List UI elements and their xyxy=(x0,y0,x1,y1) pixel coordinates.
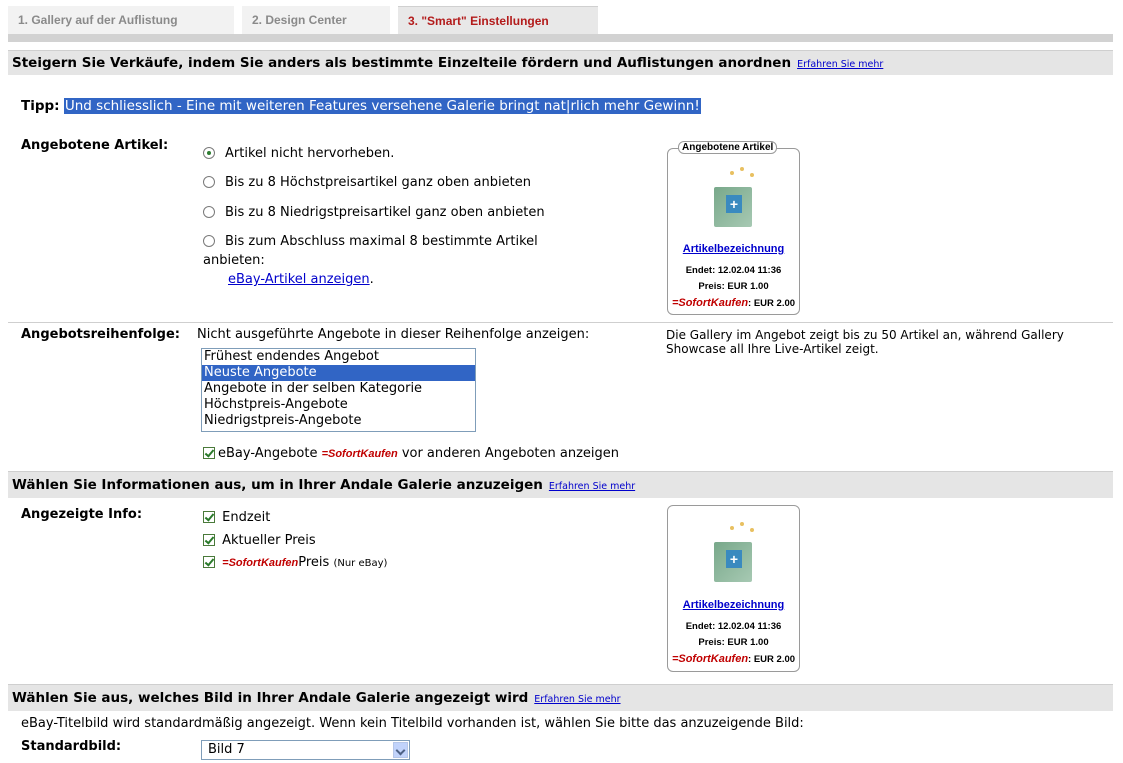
radio-label: Bis zu 8 Höchstpreisartikel ganz oben an… xyxy=(225,175,531,190)
checkbox-label: Endzeit xyxy=(222,510,271,525)
tab-bar: 1. Gallery auf der Auflistung 2. Design … xyxy=(8,6,1113,34)
radio-label: Bis zu 8 Niedrigstpreisartikel ganz oben… xyxy=(225,205,545,220)
list-option[interactable]: Frühest endendes Angebot xyxy=(202,349,475,365)
shown-info-label: Angezeigte Info: xyxy=(21,507,143,522)
item-image-icon xyxy=(714,542,752,582)
chevron-down-icon[interactable] xyxy=(393,742,408,758)
radio-no-highlight[interactable]: Artikel nicht hervorheben. xyxy=(203,145,394,163)
radio-button[interactable] xyxy=(203,176,215,188)
checkbox[interactable] xyxy=(203,556,215,568)
section-heading-image: Wählen Sie aus, welches Bild in Ihrer An… xyxy=(8,684,1113,711)
tip-text: Und schliesslich - Eine mit weiteren Fea… xyxy=(63,98,701,114)
info-endzeit-row[interactable]: Endzeit xyxy=(203,510,270,525)
preview-item-name[interactable]: Artikelbezeichnung xyxy=(668,599,799,611)
gallery-note: Die Gallery im Angebot zeigt bis zu 50 A… xyxy=(666,328,1064,356)
featured-items-label: Angebotene Artikel: xyxy=(21,138,169,153)
checkbox[interactable] xyxy=(203,534,215,546)
preview-sofort-price: =SofortKaufen: EUR 2.00 xyxy=(671,297,796,309)
checkbox-label-suffix: vor anderen Angeboten anzeigen xyxy=(401,446,620,461)
image-description: eBay-Titelbild wird standardmäßig angeze… xyxy=(21,716,804,731)
select-value: Bild 7 xyxy=(208,742,245,757)
radio-label: Artikel nicht hervorheben. xyxy=(225,146,395,161)
radio-highest-price[interactable]: Bis zu 8 Höchstpreisartikel ganz oben an… xyxy=(203,174,531,192)
learn-more-link[interactable]: Erfahren Sie mehr xyxy=(797,59,883,70)
preview-title: Angebotene Artikel xyxy=(678,141,778,154)
sofort-kaufen-logo: =SofortKaufen xyxy=(671,653,749,665)
radio-button[interactable] xyxy=(203,147,215,159)
featured-item-preview: Angebotene Artikel Artikelbezeichnung En… xyxy=(667,141,800,315)
list-option[interactable]: Angebote in der selben Kategorie xyxy=(202,381,475,397)
radio-specific-items-cont: anbieten: xyxy=(203,253,265,268)
sofort-kaufen-logo: =SofortKaufen xyxy=(222,557,299,569)
section-heading-text: Steigern Sie Verkäufe, indem Sie anders … xyxy=(12,55,792,71)
sofort-kaufen-logo: =SofortKaufen xyxy=(321,448,398,460)
tip-label: Tipp: xyxy=(21,98,60,114)
section-heading-info: Wählen Sie Informationen aus, um in Ihre… xyxy=(8,471,1113,498)
sparkle-icon xyxy=(730,522,760,534)
tab-design-center[interactable]: 2. Design Center xyxy=(242,6,390,34)
learn-more-link[interactable]: Erfahren Sie mehr xyxy=(534,694,620,705)
tab-smart-settings[interactable]: 3. "Smart" Einstellungen xyxy=(398,6,598,34)
section-heading-text: Wählen Sie aus, welches Bild in Ihrer An… xyxy=(12,690,529,706)
preview-end-time: Endet: 12.02.04 11:36 xyxy=(685,265,782,276)
preview-price: Preis: EUR 1.00 xyxy=(698,637,769,648)
checkbox[interactable] xyxy=(203,511,215,523)
preview-item-name[interactable]: Artikelbezeichnung xyxy=(668,243,799,255)
link-suffix: . xyxy=(369,272,374,287)
radio-label: Bis zum Abschluss maximal 8 bestimmte Ar… xyxy=(225,234,538,249)
radio-lowest-price[interactable]: Bis zu 8 Niedrigstpreisartikel ganz oben… xyxy=(203,204,545,222)
order-intro: Nicht ausgeführte Angebote in dieser Rei… xyxy=(197,327,590,342)
tip: Tipp: Und schliesslich - Eine mit weiter… xyxy=(21,98,701,114)
divider xyxy=(8,322,1113,323)
order-listbox[interactable]: Frühest endendes Angebot Neuste Angebote… xyxy=(201,348,476,432)
section-heading-text: Wählen Sie Informationen aus, um in Ihre… xyxy=(12,477,543,493)
radio-button[interactable] xyxy=(203,206,215,218)
info-preview: Artikelbezeichnung Endet: 12.02.04 11:36… xyxy=(667,505,800,672)
default-image-select[interactable]: Bild 7 xyxy=(201,740,410,760)
ebay-items-link-row: eBay-Artikel anzeigen. xyxy=(228,271,374,289)
show-ebay-items-link[interactable]: eBay-Artikel anzeigen xyxy=(228,272,370,287)
sofort-first-checkbox-row[interactable]: eBay-Angebote =SofortKaufen vor anderen … xyxy=(203,446,619,461)
list-option[interactable]: Neuste Angebote xyxy=(202,365,475,381)
radio-specific-items[interactable]: Bis zum Abschluss maximal 8 bestimmte Ar… xyxy=(203,233,538,251)
section-heading-promote: Steigern Sie Verkäufe, indem Sie anders … xyxy=(8,50,1113,75)
preview-end-time: Endet: 12.02.04 11:36 xyxy=(685,621,782,632)
tab-gallery[interactable]: 1. Gallery auf der Auflistung xyxy=(8,6,234,34)
info-current-price-row[interactable]: Aktueller Preis xyxy=(203,533,316,548)
item-image-icon xyxy=(714,187,752,227)
checkbox-label: Preis xyxy=(298,555,330,570)
learn-more-link[interactable]: Erfahren Sie mehr xyxy=(549,481,635,492)
order-label: Angebotsreihenfolge: xyxy=(21,327,181,342)
sofort-kaufen-logo: =SofortKaufen xyxy=(671,297,749,309)
ebay-only-note: (Nur eBay) xyxy=(333,558,388,569)
checkbox-label: eBay-Angebote xyxy=(218,446,318,461)
checkbox-label: Aktueller Preis xyxy=(222,533,316,548)
checkbox[interactable] xyxy=(203,447,215,459)
sparkle-icon xyxy=(730,167,760,179)
preview-sofort-price: =SofortKaufen: EUR 2.00 xyxy=(671,653,796,665)
preview-price: Preis: EUR 1.00 xyxy=(698,281,769,292)
list-option[interactable]: Höchstpreis-Angebote xyxy=(202,397,475,413)
info-sofort-price-row[interactable]: =SofortKaufenPreis (Nur eBay) xyxy=(203,555,387,570)
radio-button[interactable] xyxy=(203,235,215,247)
default-image-label: Standardbild: xyxy=(21,739,122,754)
tab-divider xyxy=(8,34,1113,42)
list-option[interactable]: Niedrigstpreis-Angebote xyxy=(202,413,475,429)
